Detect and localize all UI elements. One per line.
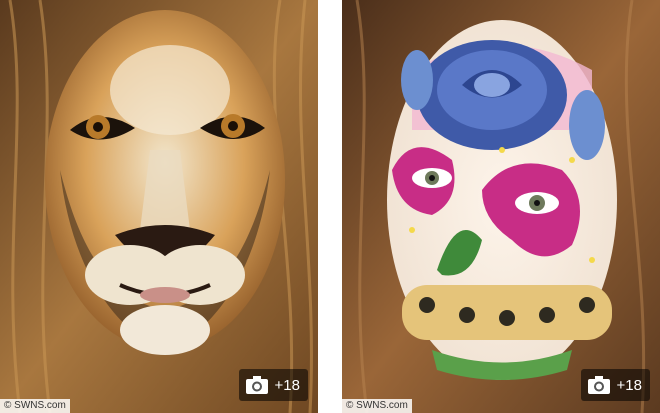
gallery-button[interactable]: +18 <box>580 369 650 401</box>
camera-icon <box>587 376 610 394</box>
lion-face-image <box>0 0 318 413</box>
camera-icon <box>245 376 268 394</box>
photo-lion-face[interactable]: © SWNS.com +18 <box>0 0 318 413</box>
photo-credit: © SWNS.com <box>342 399 412 413</box>
gallery-button[interactable]: +18 <box>238 369 308 401</box>
floral-face-image <box>342 0 660 413</box>
gallery-count: +18 <box>274 376 300 394</box>
photo-credit: © SWNS.com <box>0 399 70 413</box>
photo-floral-face[interactable]: © SWNS.com +18 <box>342 0 660 413</box>
gallery-count: +18 <box>616 376 642 394</box>
